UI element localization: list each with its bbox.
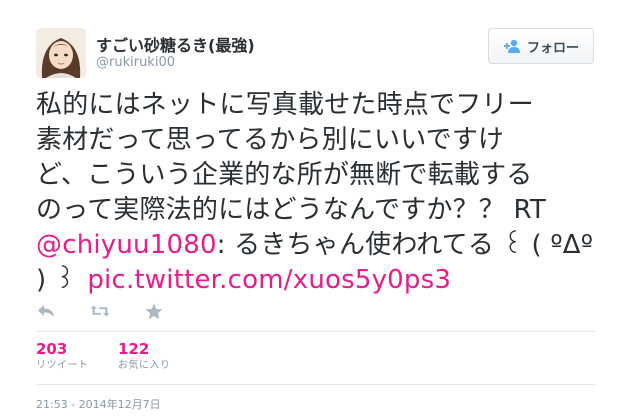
divider-top xyxy=(36,331,596,332)
tweet-line-1: 私的にはネットに写真載せた時点でフリー xyxy=(36,90,534,120)
retweet-count-stat[interactable]: 203 リツイート xyxy=(36,340,89,374)
favorite-button[interactable] xyxy=(144,302,164,320)
favorite-count: 122 xyxy=(118,340,150,358)
tweet-line-2: 素材だって思ってるから別にいいですけ xyxy=(36,125,505,155)
profile-photo-icon xyxy=(36,28,86,78)
person-plus-icon xyxy=(503,39,521,53)
timestamp[interactable]: 21:53 - 2014年12月7日 xyxy=(36,396,161,412)
divider-bottom xyxy=(36,384,596,385)
tweet-text: 私的にはネットに写真載せた時点でフリー 素材だって思ってるから別にいいですけ ど… xyxy=(36,88,616,298)
follow-button[interactable]: フォロー xyxy=(488,28,594,64)
avatar[interactable] xyxy=(36,28,86,78)
mention-link[interactable]: @chiyuu1080 xyxy=(36,230,217,260)
reply-button[interactable] xyxy=(36,302,56,320)
tweet-card: すごい砂糖るき(最強) @rukiruki00 フォロー 私的にはネットに写真載… xyxy=(0,0,629,416)
retweet-label: リツイート xyxy=(36,360,89,371)
follow-button-label: フォロー xyxy=(526,40,579,56)
tweet-line-6-text: ) ꒱ xyxy=(36,265,76,295)
reply-icon xyxy=(38,305,54,317)
retweet-button[interactable] xyxy=(90,302,110,320)
tweet-line-4: のって実際法的にはどうなんですか？？ RT xyxy=(36,195,546,225)
media-link[interactable]: pic.twitter.com/xuos5y0ps3 xyxy=(87,265,451,295)
tweet-line-5-text: : るきちゃん使われてる ꒰ ( ºΔº xyxy=(216,230,594,260)
retweet-icon xyxy=(90,305,110,317)
retweet-count: 203 xyxy=(36,340,68,358)
tweet-line-3: ど、こういう企業的な所が無断で転載する xyxy=(36,160,533,190)
tweet-actions xyxy=(36,302,164,320)
star-icon xyxy=(145,303,163,319)
screen-name[interactable]: @rukiruki00 xyxy=(96,55,175,70)
tweet-line-5: @chiyuu1080: るきちゃん使われてる ꒰ ( ºΔº xyxy=(36,228,616,263)
tweet-line-6: ) ꒱ pic.twitter.com/xuos5y0ps3 xyxy=(36,263,616,298)
favorite-label: お気に入り xyxy=(118,360,171,371)
favorite-count-stat[interactable]: 122 お気に入り xyxy=(118,340,171,374)
display-name[interactable]: すごい砂糖るき(最強) xyxy=(96,32,255,56)
